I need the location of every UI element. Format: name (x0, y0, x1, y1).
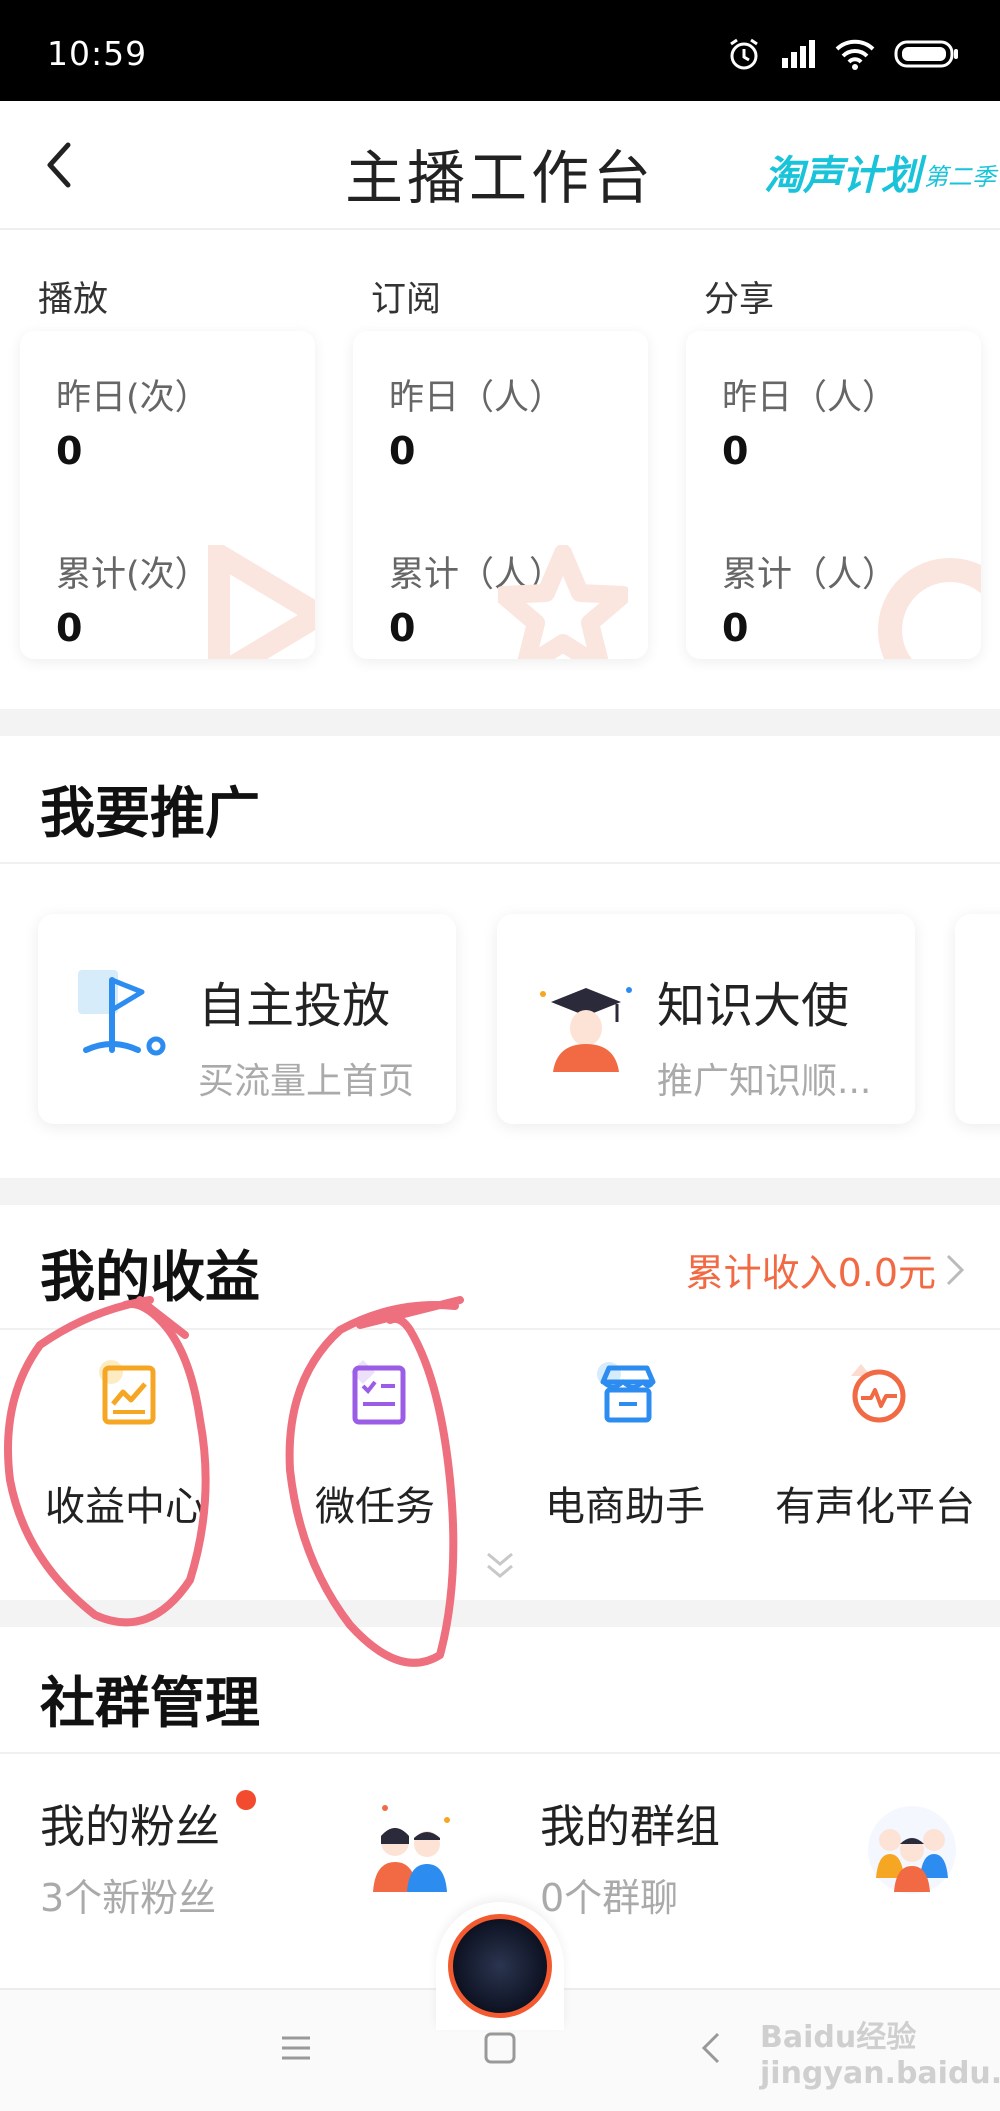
status-bar: 10:59 (0, 0, 1000, 101)
checklist-icon (351, 1360, 406, 1425)
my-groups-subtitle: 0个群聊 (540, 1876, 679, 1920)
separator (0, 1752, 1000, 1754)
groups-illustration-icon (868, 1806, 956, 1894)
stats-section: 播放 昨日(次） 0 累计(次） 0 订阅 昨日（人） 0 累计（人） 0 分享 (0, 231, 1000, 709)
home-icon[interactable] (482, 2028, 518, 2068)
mini-player[interactable] (436, 1902, 564, 2030)
shop-icon (597, 1362, 656, 1423)
promo-banner-subtitle: 第二季 (924, 163, 996, 191)
tool-ecommerce-assistant[interactable]: 电商助手 (510, 1360, 740, 1540)
total-income-text: 累计收入0.0元 (685, 1251, 936, 1295)
promo-banner-title: 淘声计划 (764, 153, 921, 199)
tool-income-center[interactable]: 收益中心 (10, 1360, 240, 1540)
tool-label: 微任务 (315, 1484, 435, 1530)
promo-card-title: 知识大使 (657, 978, 850, 1034)
stat-yesterday-label: 昨日（人） (389, 378, 565, 418)
share-watermark-icon (878, 558, 981, 659)
separator (0, 862, 1000, 864)
stat-column-share: 分享 昨日（人） 0 累计（人） 0 (666, 231, 981, 661)
tool-micro-tasks[interactable]: 微任务 (260, 1360, 490, 1540)
stat-yesterday-value: 0 (56, 429, 83, 473)
star-watermark-icon (498, 545, 628, 659)
baidu-watermark: Baidu经验 jingyan.baidu.com (760, 2020, 1000, 2091)
stat-card[interactable]: 昨日（人） 0 累计（人） 0 (353, 331, 648, 659)
stat-total-value: 0 (56, 606, 83, 650)
promo-card-subtitle: 推广知识顺... (657, 1061, 872, 1102)
chevron-right-icon (946, 1254, 965, 1285)
stat-heading: 分享 (704, 280, 775, 320)
promo-banner[interactable]: 淘声计划 第二季 (764, 143, 996, 199)
my-fans-subtitle: 3个新粉丝 (40, 1876, 217, 1920)
back-nav-icon[interactable] (694, 2028, 730, 2068)
status-time: 10:59 (47, 34, 148, 73)
app-screen: 10:59 主播工作台 淘声计划 第二季 播放 昨日(次） 0 累计(次） 0 (0, 0, 1000, 2111)
menu-icon[interactable] (278, 2028, 314, 2068)
section-divider (0, 709, 1000, 736)
new-badge-dot (236, 1790, 256, 1810)
alarm-icon (730, 38, 758, 70)
header-bar: 主播工作台 淘声计划 第二季 (0, 101, 1000, 230)
stat-heading: 订阅 (371, 280, 442, 320)
tool-label: 收益中心 (45, 1484, 205, 1530)
separator (0, 1328, 1000, 1330)
promo-card-subtitle: 买流量上首页 (198, 1061, 415, 1102)
stat-card[interactable]: 昨日(次） 0 累计(次） 0 (20, 331, 315, 659)
my-fans-title: 我的粉丝 (40, 1800, 221, 1853)
promo-card-title: 自主投放 (198, 978, 391, 1034)
graduate-icon (540, 987, 632, 1072)
flag-icon (78, 970, 166, 1056)
stat-heading: 播放 (38, 280, 109, 320)
stat-yesterday-value: 0 (389, 429, 416, 473)
stat-column-subscribe: 订阅 昨日（人） 0 累计（人） 0 (333, 231, 648, 661)
community-title: 社群管理 (40, 1671, 261, 1735)
income-title: 我的收益 (40, 1245, 261, 1309)
promo-card-self-ads[interactable]: 自主投放 买流量上首页 (38, 914, 456, 1124)
pulse-icon (851, 1364, 906, 1423)
expand-more-icon[interactable] (482, 1548, 518, 1584)
status-icons (726, 34, 960, 74)
section-divider (0, 1600, 1000, 1627)
promo-card-knowledge-ambassador[interactable]: 知识大使 推广知识顺... (497, 914, 915, 1124)
my-groups-item[interactable]: 我的群组 0个群聊 (540, 1790, 720, 1922)
total-income-link[interactable]: 累计收入0.0元 (686, 1242, 966, 1297)
tool-label: 有声化平台 (775, 1484, 975, 1530)
wifi-icon (835, 39, 875, 70)
stat-total-value: 0 (389, 606, 416, 650)
tool-label: 电商助手 (545, 1484, 705, 1530)
album-cover (448, 1914, 552, 2018)
tool-audio-platform[interactable]: 有声化平台 (760, 1360, 990, 1540)
signal-icon (782, 40, 815, 68)
fans-illustration-icon (373, 1805, 450, 1892)
battery-icon (894, 40, 958, 68)
my-fans-item[interactable]: 我的粉丝 3个新粉丝 (40, 1790, 220, 1922)
stat-column-play: 播放 昨日(次） 0 累计(次） 0 (0, 231, 315, 661)
promo-card-partial[interactable] (955, 914, 1000, 1124)
stat-yesterday-value: 0 (722, 429, 749, 473)
play-watermark-icon (208, 545, 315, 659)
promotion-title: 我要推广 (40, 781, 261, 845)
stat-total-value: 0 (722, 606, 749, 650)
stat-total-label: 累计(次） (56, 555, 210, 595)
stat-yesterday-label: 昨日(次） (56, 378, 210, 418)
stat-yesterday-label: 昨日（人） (722, 378, 898, 418)
income-chart-icon (99, 1360, 156, 1425)
my-groups-title: 我的群组 (540, 1800, 721, 1853)
section-divider (0, 1178, 1000, 1205)
stat-card[interactable]: 昨日（人） 0 累计（人） 0 (686, 331, 981, 659)
